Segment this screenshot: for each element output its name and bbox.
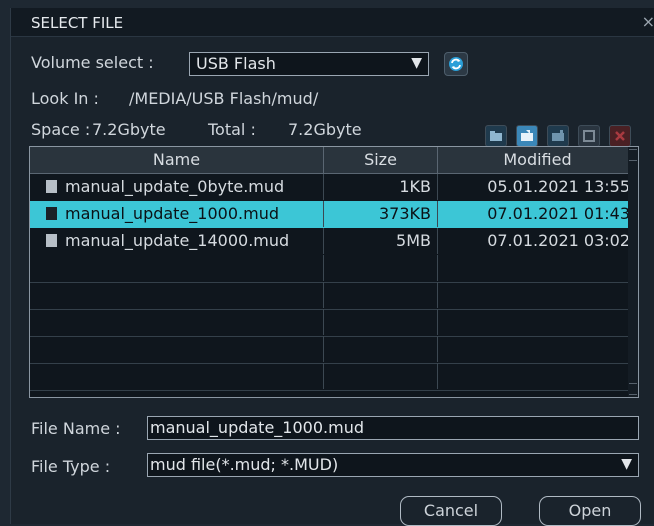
look-in-path: /MEDIA/USB Flash/mud/ [129,89,319,108]
scroll-up-icon[interactable] [629,149,637,161]
file-size-cell: 1KB [324,174,438,200]
file-name-text: manual_update_1000.mud [65,204,279,223]
folder-open-icon[interactable] [516,125,538,147]
file-name-text: manual_update_14000.mud [65,231,290,250]
file-type-label: File Type : [31,457,111,476]
column-header-modified[interactable]: Modified [438,147,638,174]
file-size-cell [324,309,438,335]
cancel-button[interactable]: Cancel [400,496,502,526]
close-icon[interactable]: × [642,12,654,31]
file-modified-cell [438,363,636,389]
new-folder-icon[interactable] [547,125,569,147]
file-name-cell: manual_update_1000.mud [30,201,324,227]
file-type-value: mud file(*.mud; *.MUD) [150,455,339,474]
folder-up-icon[interactable] [485,125,507,147]
empty-row [30,309,638,337]
file-modified-cell [438,255,636,281]
file-modified-cell [438,282,636,308]
file-modified-cell: 07.01.2021 01:43 [487,204,630,223]
file-icon [46,207,57,220]
file-name-cell [30,255,324,281]
empty-row [30,255,638,283]
file-name-cell [30,282,324,308]
scroll-down-icon[interactable] [629,383,637,395]
refresh-icon [449,57,463,71]
file-name-cell [30,336,324,362]
column-header-name[interactable]: Name [30,147,324,174]
file-name-cell: manual_update_0byte.mud [30,174,324,200]
file-icon [46,180,57,193]
file-name-value: manual_update_1000.mud [150,418,364,437]
dialog-title: SELECT FILE [31,14,124,32]
file-size-cell [324,363,438,389]
file-size-cell: 5MB [324,228,438,254]
file-size-cell: 373KB [324,201,438,227]
file-modified-cell [438,336,636,362]
open-button[interactable]: Open [539,496,641,526]
file-icon [46,234,57,247]
volume-select-label: Volume select : [31,53,154,72]
file-list[interactable]: Name Size Modified manual_update_0byte.m… [29,146,639,398]
file-type-dropdown[interactable]: mud file(*.mud; *.MUD) ▼ [147,453,639,477]
empty-row [30,363,638,391]
file-size-cell [324,255,438,281]
select-file-dialog: SELECT FILE × Volume select : USB Flash … [10,8,654,526]
empty-row [30,282,638,310]
space-value: 7.2Gbyte [92,120,166,139]
file-name-cell [30,309,324,335]
rename-icon[interactable] [578,125,600,147]
file-modified-cell [438,309,636,335]
delete-icon[interactable] [609,125,631,147]
table-row[interactable]: manual_update_14000.mud 5MB 07.01.2021 03:… [30,228,638,255]
file-modified-cell: 05.01.2021 13:55 [487,177,630,196]
space-label: Space : [31,120,91,139]
file-name-field[interactable]: manual_update_1000.mud [147,416,639,440]
file-name-label: File Name : [31,419,121,438]
file-size-cell [324,336,438,362]
file-name-cell: manual_update_14000.mud [30,228,324,254]
total-label: Total : [208,120,256,139]
refresh-button[interactable] [444,52,468,76]
file-name-cell [30,363,324,389]
column-header-size[interactable]: Size [324,147,438,174]
volume-select-dropdown[interactable]: USB Flash ▼ [189,52,429,76]
vertical-scrollbar[interactable] [628,147,638,397]
look-in-label: Look In : [31,89,99,108]
title-bar: SELECT FILE × [11,8,654,37]
table-row[interactable]: manual_update_0byte.mud 1KB 05.01.2021 13:… [30,174,638,201]
chevron-down-icon: ▼ [621,456,632,472]
file-modified-cell: 07.01.2021 03:02 [487,231,630,250]
table-row[interactable]: manual_update_1000.mud 373KB 07.01.2021 01… [30,201,638,228]
file-size-cell [324,282,438,308]
volume-select-value: USB Flash [196,54,276,73]
chevron-down-icon: ▼ [411,55,422,71]
file-name-text: manual_update_0byte.mud [65,177,285,196]
empty-row [30,336,638,364]
total-value: 7.2Gbyte [288,120,362,139]
